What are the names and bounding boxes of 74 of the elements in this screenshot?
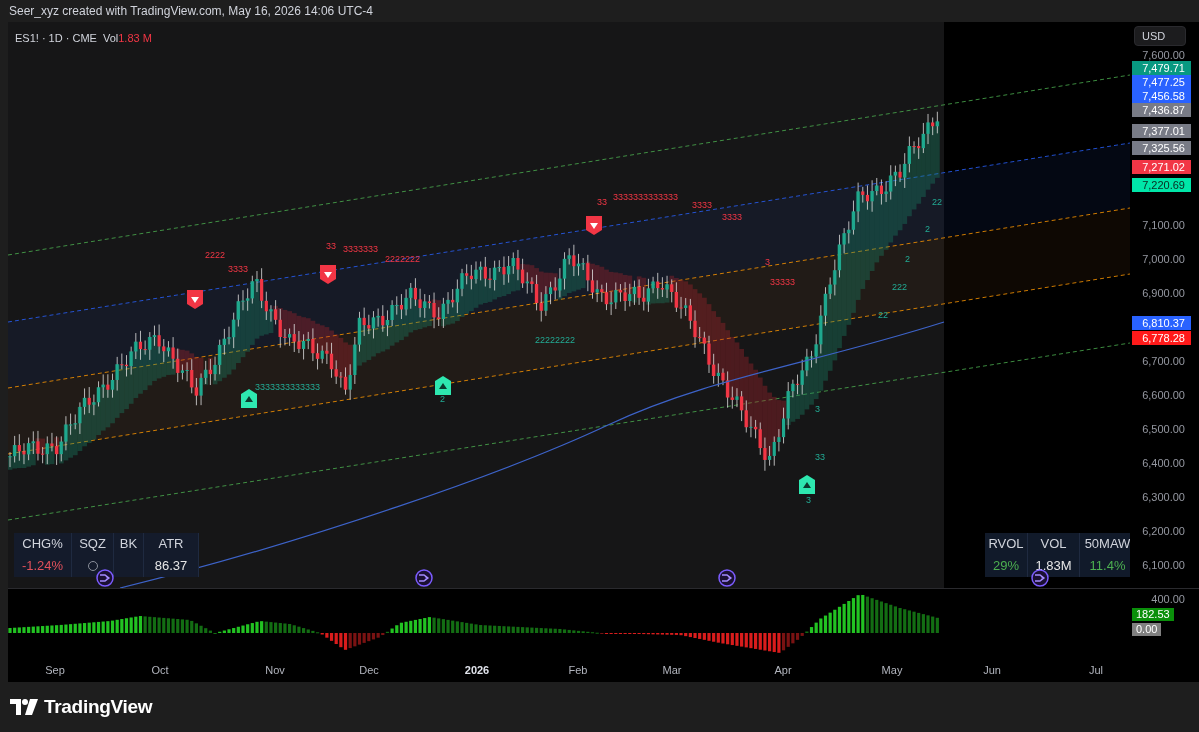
column-header: VOL — [1028, 533, 1080, 555]
price-label: 7,325.56 — [1132, 141, 1191, 155]
price-tick: 6,600.00 — [1142, 388, 1185, 402]
price-tick: 6,300.00 — [1142, 490, 1185, 504]
price-tick: 7,000.00 — [1142, 252, 1185, 266]
count-label: 22222222 — [535, 335, 576, 345]
stat-value: 29% — [993, 557, 1019, 576]
currency-button[interactable]: USD — [1134, 26, 1186, 46]
count-label: 2222 — [205, 250, 226, 260]
count-label: 3333 — [692, 200, 713, 210]
price-label: 7,477.25 — [1132, 75, 1191, 89]
price-label: 6,778.28 — [1132, 331, 1191, 345]
volume-value: 1.83 M — [118, 31, 152, 46]
count-label: 3333 — [228, 264, 249, 274]
column-header: RVOL — [985, 533, 1028, 555]
count-label: 33 — [326, 241, 336, 251]
time-label: Jul — [1088, 663, 1104, 678]
oscillator-label: 182.53 — [1132, 608, 1174, 621]
count-label: 3 — [815, 404, 820, 414]
count-label: 22 — [932, 197, 942, 207]
price-tick: 6,500.00 — [1142, 422, 1185, 436]
volume-label: Vol — [102, 31, 119, 46]
count-label: 3 — [765, 257, 770, 267]
count-label: 3333 — [722, 212, 743, 222]
price-tick: 6,900.00 — [1142, 286, 1185, 300]
stat-value: 1.83M — [1035, 557, 1072, 576]
count-label: 22 — [878, 310, 888, 320]
price-label: 6,810.37 — [1132, 316, 1191, 330]
price-label: 7,271.02 — [1132, 160, 1191, 174]
count-label: 2 — [905, 254, 910, 264]
price-label: 7,220.69 — [1132, 178, 1191, 192]
price-tick: 6,700.00 — [1142, 354, 1185, 368]
count-label: 33 — [815, 452, 825, 462]
time-label: Mar — [662, 663, 682, 678]
count-label: 33 — [597, 197, 607, 207]
count-label: 33333 — [770, 277, 796, 287]
count-label: 3333333 — [343, 244, 379, 254]
oscillator-label: 0.00 — [1132, 623, 1162, 636]
oscillator-tick: 400.00 — [1151, 593, 1185, 606]
price-tick: 6,200.00 — [1142, 524, 1185, 538]
count-label: 3333333333333 — [255, 382, 321, 392]
stat-value: 86.37 — [154, 557, 188, 576]
symbol-legend: ES1! · 1D · CME — [15, 30, 97, 47]
count-label: 2222222 — [385, 254, 421, 264]
count-label: 3333333333333 — [613, 192, 679, 202]
time-label: Feb — [568, 663, 588, 678]
count-label: 222 — [892, 282, 908, 292]
time-label: 2026 — [464, 663, 490, 678]
price-label: 7,479.71 — [1132, 61, 1191, 75]
price-label: 7,456.58 — [1132, 89, 1191, 103]
column-header: ATR — [144, 533, 199, 555]
count-label: 2 — [925, 224, 930, 234]
time-label: Apr — [774, 663, 792, 678]
price-label: 7,377.01 — [1132, 124, 1191, 138]
price-tick: 7,100.00 — [1142, 218, 1185, 232]
column-header: SQZ — [72, 533, 114, 555]
count-label: 2 — [440, 394, 445, 404]
brand-name: TradingView — [44, 694, 153, 719]
time-label: Oct — [151, 663, 169, 678]
column-header: BK — [114, 533, 144, 555]
column-header: CHG% — [14, 533, 72, 555]
time-label: Nov — [265, 663, 285, 678]
time-label: Dec — [359, 663, 379, 678]
price-tick: 7,600.00 — [1142, 48, 1185, 62]
price-label: 7,436.87 — [1132, 103, 1191, 117]
attribution-text: Seer_xyz created with TradingView.com, May 16, 2026 14:06 UTC-4 — [9, 3, 373, 20]
time-label: May — [881, 663, 903, 678]
price-tick: 6,100.00 — [1142, 558, 1185, 572]
time-label: Jun — [983, 663, 1001, 678]
stat-value: 11.4% — [1089, 557, 1126, 576]
count-label: 3 — [806, 495, 811, 505]
time-label: Sep — [45, 663, 65, 678]
price-tick: 6,400.00 — [1142, 456, 1185, 470]
stat-value: -1.24% — [21, 557, 64, 576]
